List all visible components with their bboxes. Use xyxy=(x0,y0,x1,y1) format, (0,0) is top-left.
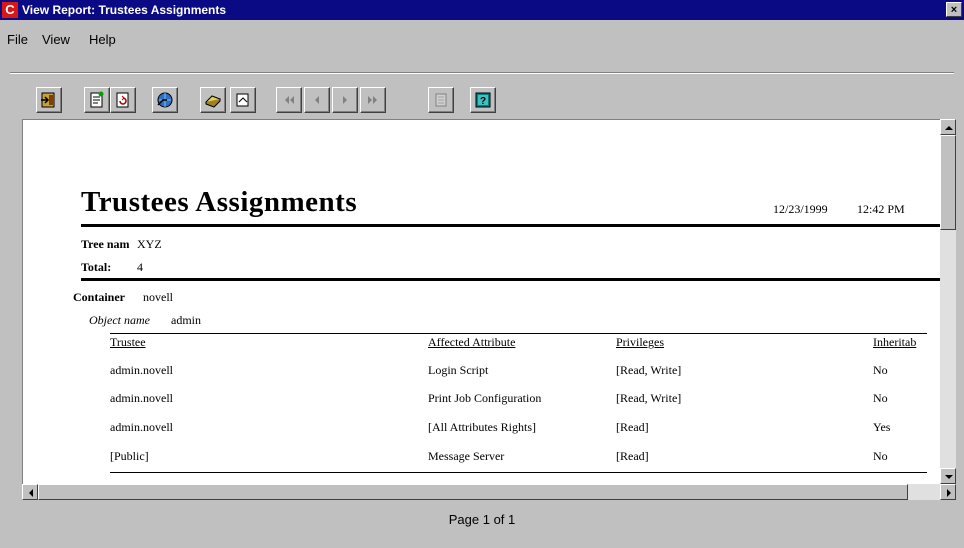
report-date: 12/23/1999 xyxy=(773,202,828,216)
vertical-scrollbar[interactable] xyxy=(940,119,956,484)
cell-inheritable: No xyxy=(873,449,888,463)
window-title: View Report: Trustees Assignments xyxy=(22,3,227,17)
book-button[interactable] xyxy=(428,87,454,113)
cell-privileges: [Read] xyxy=(616,420,649,434)
help-icon: ? xyxy=(475,92,491,108)
tree-name-label: Tree nam xyxy=(81,237,130,251)
page-indicator: Page 1 of 1 xyxy=(448,512,516,527)
cell-affected-attribute: Print Job Configuration xyxy=(428,391,542,405)
title-rule xyxy=(81,224,940,227)
properties-icon xyxy=(90,91,104,108)
cell-trustee: admin.novell xyxy=(110,363,173,377)
export-icon xyxy=(157,92,173,108)
app-logo-icon: C xyxy=(2,2,18,18)
export-button[interactable] xyxy=(152,87,178,113)
exit-button[interactable] xyxy=(36,87,62,113)
next-page-icon xyxy=(343,96,347,104)
column-header-trustee: Trustee xyxy=(110,335,146,349)
cell-privileges: [Read, Write] xyxy=(616,391,682,405)
scroll-down-button[interactable] xyxy=(940,468,956,484)
table-bottom-rule xyxy=(110,472,927,473)
report-viewport[interactable]: Trustees Assignments 12/23/1999 12:42 PM… xyxy=(22,119,940,484)
last-page-button[interactable] xyxy=(360,87,386,113)
menu-help[interactable]: Help xyxy=(89,32,116,47)
report-title: Trustees Assignments xyxy=(81,186,358,218)
column-header-inheritable: Inheritab xyxy=(873,335,917,349)
object-name-label: Object name xyxy=(89,313,150,327)
arrow-up-icon xyxy=(945,126,953,130)
cell-trustee: admin.novell xyxy=(110,420,173,434)
cell-inheritable: No xyxy=(873,391,888,405)
cell-privileges: [Read] xyxy=(616,449,649,463)
last-page-icon xyxy=(368,96,377,104)
column-header-affected-attribute: Affected Attribute xyxy=(428,335,516,349)
svg-text:?: ? xyxy=(480,96,486,107)
cell-affected-attribute: Message Server xyxy=(428,449,505,463)
first-page-button[interactable] xyxy=(276,87,302,113)
table-top-rule xyxy=(110,333,927,334)
horizontal-scrollbar[interactable] xyxy=(22,484,940,500)
cell-privileges: [Read, Write] xyxy=(616,363,682,377)
refresh-icon xyxy=(116,92,129,108)
vertical-scroll-thumb[interactable] xyxy=(940,135,956,230)
total-value: 4 xyxy=(137,260,143,274)
arrow-right-icon xyxy=(947,489,951,497)
exit-icon xyxy=(41,92,55,108)
scroll-left-button[interactable] xyxy=(22,484,38,500)
scroll-up-button[interactable] xyxy=(940,119,956,135)
cell-inheritable: Yes xyxy=(873,420,891,434)
book-icon xyxy=(435,93,447,107)
report-time: 12:42 PM xyxy=(857,202,905,216)
cell-trustee: admin.novell xyxy=(110,391,173,405)
cell-affected-attribute: [All Attributes Rights] xyxy=(428,420,536,434)
refresh-button[interactable] xyxy=(110,87,136,113)
help-button[interactable]: ? xyxy=(470,87,496,113)
print-icon xyxy=(205,95,221,108)
cell-affected-attribute: Login Script xyxy=(428,363,489,377)
horizontal-scroll-thumb[interactable] xyxy=(38,484,908,500)
scroll-right-button[interactable] xyxy=(940,484,956,500)
menu-view[interactable]: View xyxy=(42,32,70,47)
container-value: novell xyxy=(143,290,173,304)
summary-rule xyxy=(81,278,940,281)
next-page-button[interactable] xyxy=(332,87,358,113)
properties-button[interactable] xyxy=(84,87,110,113)
cell-inheritable: No xyxy=(873,363,888,377)
close-button[interactable]: × xyxy=(946,2,962,17)
tree-name-value: XYZ xyxy=(137,237,162,251)
toolbar-separator xyxy=(10,72,954,74)
title-bar: C View Report: Trustees Assignments × xyxy=(0,0,964,20)
print-button[interactable] xyxy=(200,87,226,113)
zoom-button[interactable] xyxy=(230,87,256,113)
arrow-left-icon xyxy=(29,489,33,497)
object-name-value: admin xyxy=(171,313,201,327)
column-header-privileges: Privileges xyxy=(616,335,664,349)
menu-file[interactable]: File xyxy=(7,32,28,47)
zoom-icon xyxy=(236,93,249,107)
cell-trustee: [Public] xyxy=(110,449,149,463)
first-page-icon xyxy=(285,96,294,104)
previous-page-icon xyxy=(315,96,319,104)
total-label: Total: xyxy=(81,260,112,274)
previous-page-button[interactable] xyxy=(304,87,330,113)
arrow-down-icon xyxy=(945,475,953,479)
container-label: Container xyxy=(73,290,125,304)
